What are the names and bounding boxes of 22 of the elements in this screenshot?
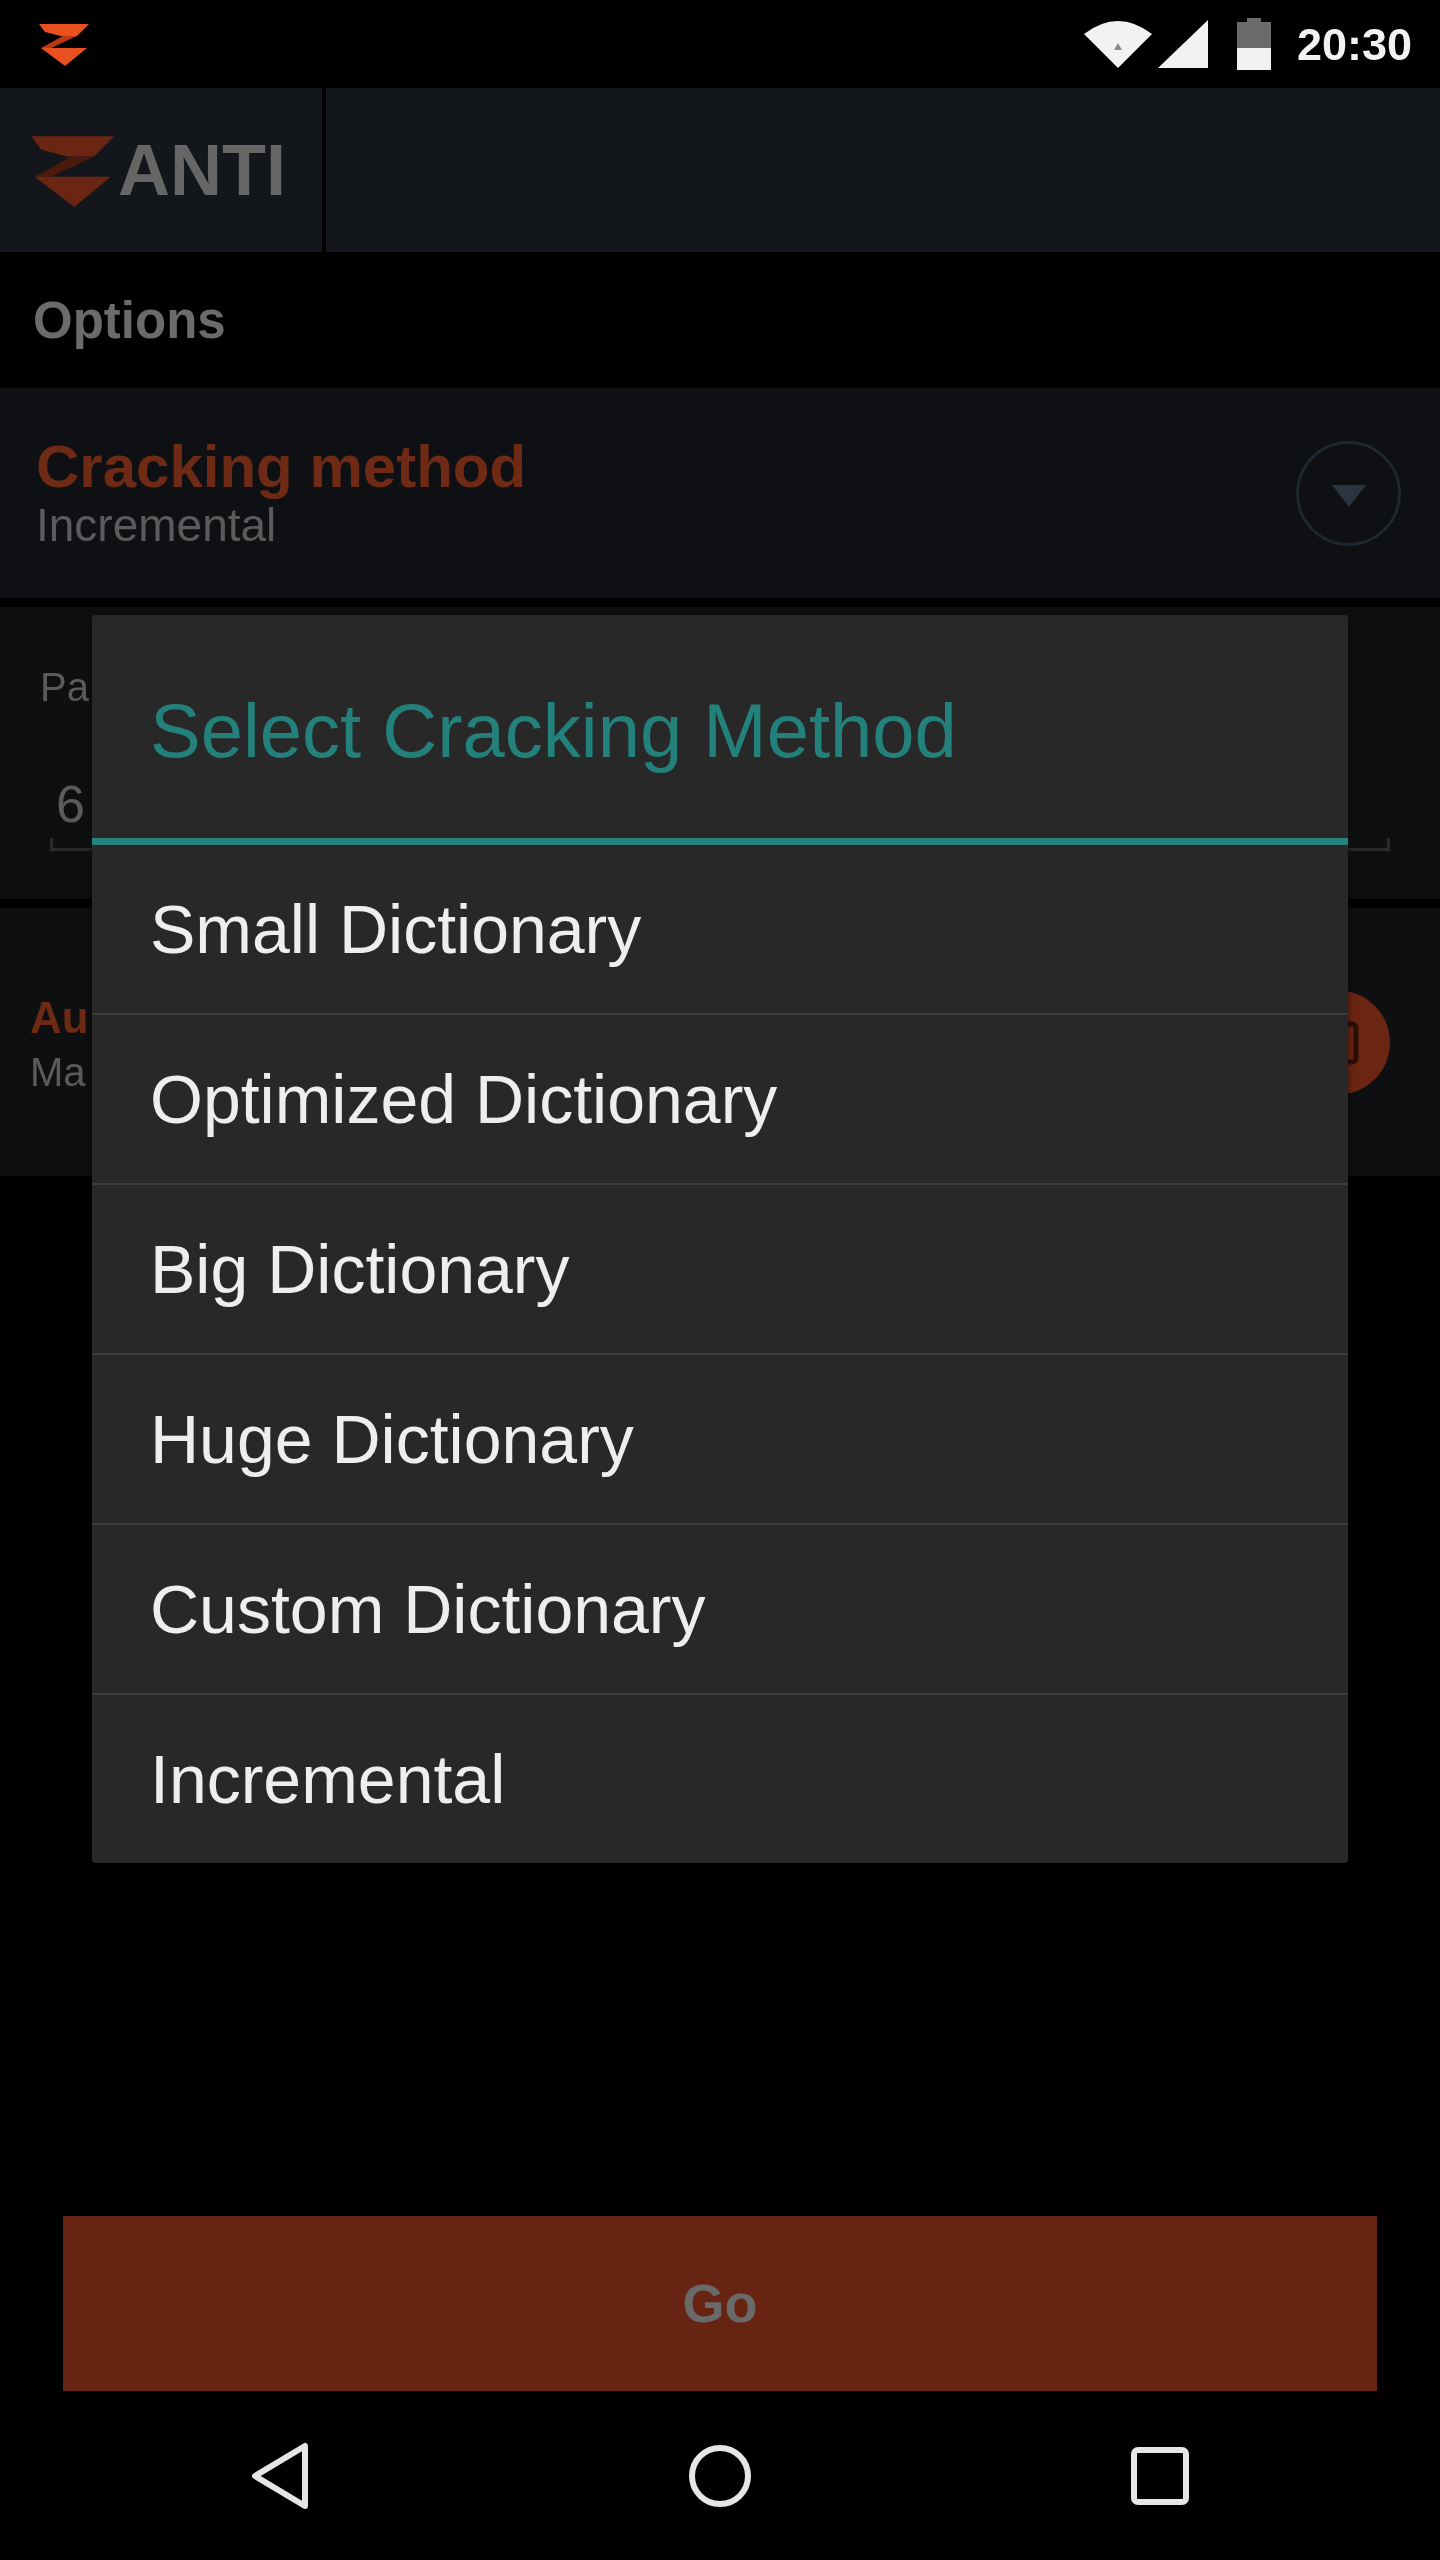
recents-icon[interactable] — [1131, 2446, 1189, 2505]
wifi-icon — [1083, 20, 1152, 68]
logo-icon — [28, 133, 114, 207]
battery-icon — [1236, 18, 1271, 70]
list-item[interactable]: Incremental — [92, 1693, 1348, 1863]
list-item[interactable]: Optimized Dictionary — [92, 1013, 1348, 1183]
list-item[interactable]: Small Dictionary — [92, 845, 1348, 1013]
option-title: Cracking method — [36, 435, 527, 499]
field-label: Pa — [39, 664, 89, 711]
caret-icon — [1331, 485, 1366, 507]
home-icon[interactable] — [688, 2443, 752, 2508]
option-title: Au — [30, 992, 89, 1044]
option-value: Ma — [30, 1049, 86, 1096]
logo-text: ANTI — [118, 134, 286, 206]
logo-icon — [37, 22, 89, 66]
list-item[interactable]: Big Dictionary — [92, 1183, 1348, 1353]
signal-icon — [1157, 20, 1208, 68]
status-time: 20:30 — [1296, 21, 1412, 67]
list-item[interactable]: Custom Dictionary — [92, 1523, 1348, 1693]
list-item[interactable]: Huge Dictionary — [92, 1353, 1348, 1523]
option-value: Incremental — [36, 499, 278, 551]
back-icon[interactable] — [250, 2441, 310, 2510]
